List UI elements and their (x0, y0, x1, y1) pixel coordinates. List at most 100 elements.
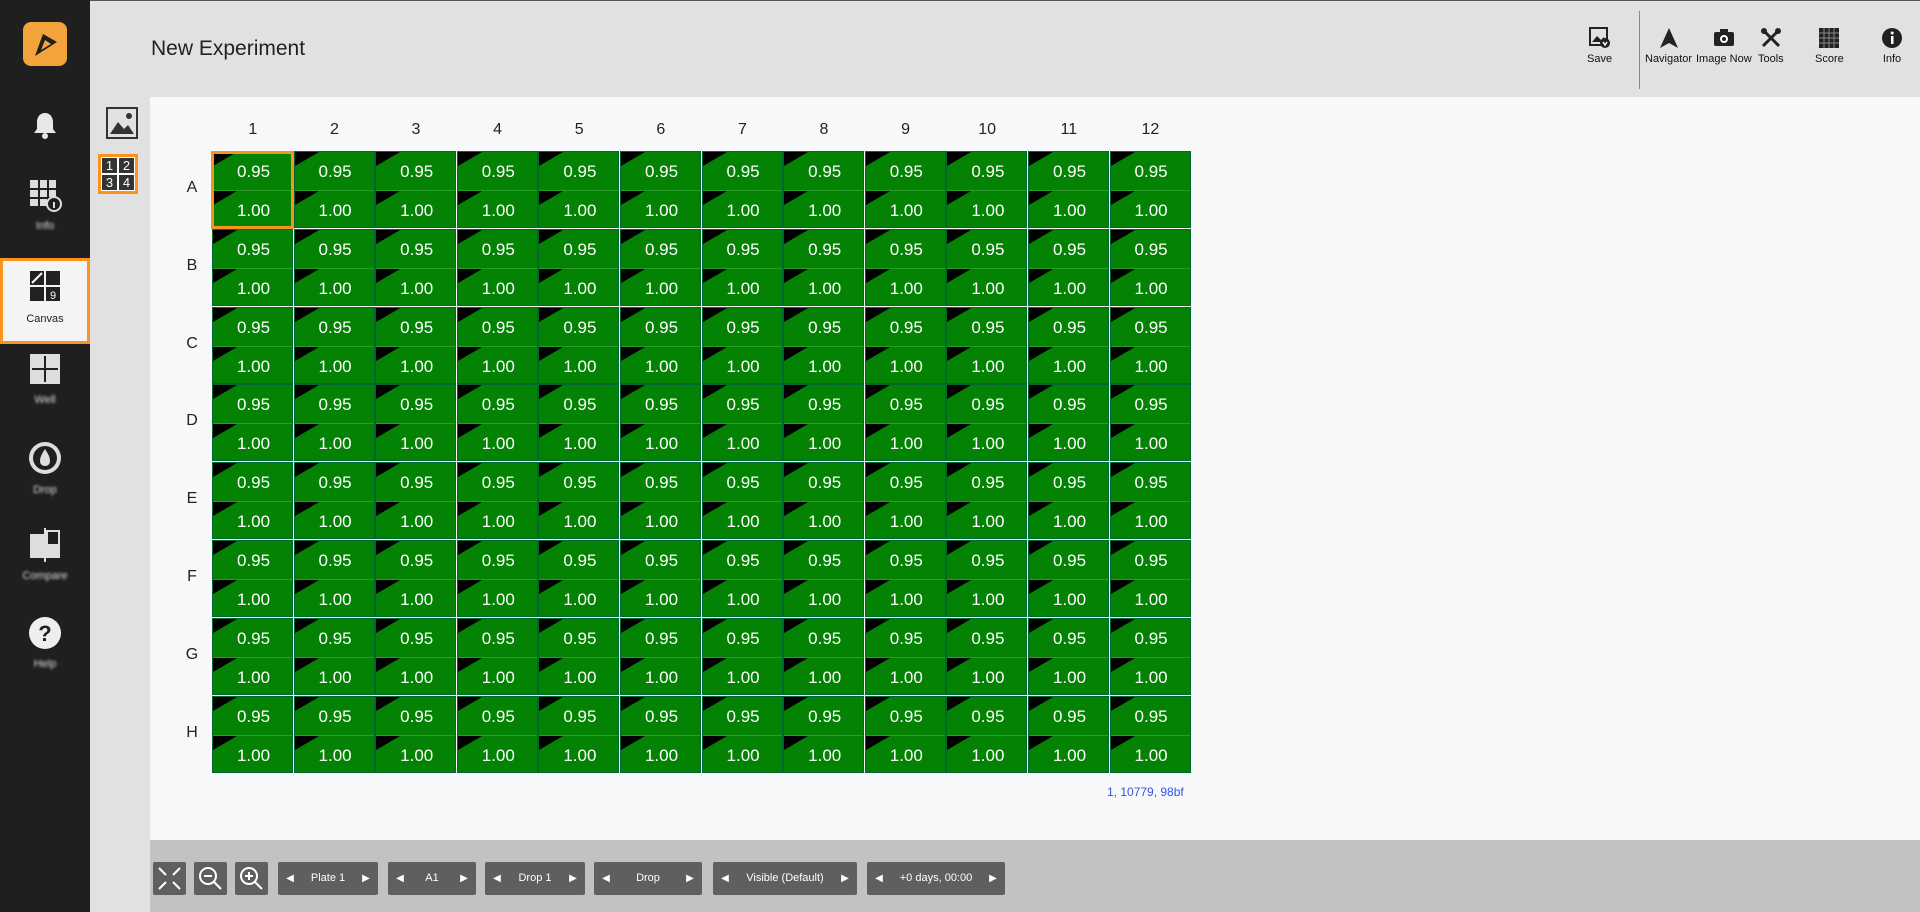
plate-well[interactable]: 0.95 1.00 (946, 306, 1028, 384)
plate-well[interactable]: 0.95 1.00 (456, 228, 538, 306)
plate-well[interactable]: 0.95 1.00 (456, 540, 538, 617)
plate-well[interactable]: 0.95 1.00 (1028, 540, 1109, 617)
plate-well[interactable]: 0.95 1.00 (1028, 617, 1109, 695)
plate-well[interactable]: 0.95 1.00 (1028, 228, 1109, 306)
plate-well[interactable]: 0.95 1.00 (212, 306, 293, 384)
plate-well[interactable]: 0.95 1.00 (375, 306, 457, 384)
well-prev-button[interactable]: ◀ (390, 862, 410, 895)
plate-well[interactable]: 0.95 1.00 (620, 462, 701, 540)
plate-well[interactable]: 0.95 1.00 (293, 151, 375, 228)
visibility-next-button[interactable]: ▶ (835, 862, 855, 895)
plate-well[interactable]: 0.95 1.00 (212, 462, 293, 540)
plate-well[interactable]: 0.95 1.00 (783, 462, 865, 540)
plate-well[interactable]: 0.95 1.00 (783, 228, 865, 306)
plate-well[interactable]: 0.95 1.00 (375, 462, 457, 540)
plate-well[interactable]: 0.95 1.00 (1109, 151, 1191, 228)
plate-well[interactable]: 0.95 1.00 (946, 228, 1028, 306)
plate-well[interactable]: 0.95 1.00 (783, 384, 865, 462)
sidebar-item-info[interactable]: Info (0, 178, 90, 264)
plate-well[interactable]: 0.95 1.00 (456, 384, 538, 462)
plate-well[interactable]: 0.95 1.00 (538, 540, 620, 617)
plate-prev-button[interactable]: ◀ (280, 862, 300, 895)
view-next-button[interactable]: ▶ (680, 862, 700, 895)
plate-next-button[interactable]: ▶ (356, 862, 376, 895)
plate-well[interactable]: 0.95 1.00 (1109, 540, 1191, 617)
sidebar-item-notifications[interactable] (0, 110, 90, 160)
plate-well[interactable]: 0.95 1.00 (620, 540, 701, 617)
plate-well[interactable]: 0.95 1.00 (864, 540, 946, 617)
plate-well[interactable]: 0.95 1.00 (538, 462, 620, 540)
plate-well[interactable]: 0.95 1.00 (456, 462, 538, 540)
plate-well[interactable]: 0.95 1.00 (212, 617, 293, 695)
plate-well[interactable]: 0.95 1.00 (620, 151, 701, 228)
plate-well[interactable]: 0.95 1.00 (538, 695, 620, 773)
plate-well[interactable]: 0.95 1.00 (701, 540, 783, 617)
plate-well[interactable]: 0.95 1.00 (1109, 384, 1191, 462)
time-prev-button[interactable]: ◀ (869, 862, 889, 895)
plate-well[interactable]: 0.95 1.00 (864, 384, 946, 462)
plate-well[interactable]: 0.95 1.00 (783, 151, 865, 228)
plate-well[interactable]: 0.95 1.00 (620, 695, 701, 773)
plate-well[interactable]: 0.95 1.00 (864, 306, 946, 384)
save-button[interactable]: Save (1587, 27, 1612, 65)
plate-well[interactable]: 0.95 1.00 (783, 695, 865, 773)
navigator-button[interactable]: Navigator (1645, 27, 1692, 65)
sidebar-item-compare[interactable]: Compare (0, 528, 90, 614)
plate-well[interactable]: 0.95 1.00 (864, 695, 946, 773)
plate-well[interactable]: 0.95 1.00 (375, 695, 457, 773)
plate-well[interactable]: 0.95 1.00 (701, 384, 783, 462)
plate-well[interactable]: 0.95 1.00 (538, 384, 620, 462)
drop-next-button[interactable]: ▶ (563, 862, 583, 895)
plate-well[interactable]: 0.95 1.00 (375, 151, 457, 228)
plate-well[interactable]: 0.95 1.00 (783, 540, 865, 617)
plate-well[interactable]: 0.95 1.00 (946, 384, 1028, 462)
time-next-button[interactable]: ▶ (983, 862, 1003, 895)
plate-well[interactable]: 0.95 1.00 (864, 617, 946, 695)
plate-well[interactable]: 0.95 1.00 (864, 228, 946, 306)
plate-well[interactable]: 0.95 1.00 (946, 695, 1028, 773)
plate-well[interactable]: 0.95 1.00 (701, 617, 783, 695)
fit-view-button[interactable] (153, 862, 186, 895)
plate-well[interactable]: 0.95 1.00 (293, 617, 375, 695)
plate-well[interactable]: 0.95 1.00 (293, 384, 375, 462)
plate-well[interactable]: 0.95 1.00 (1109, 228, 1191, 306)
plate-well[interactable]: 0.95 1.00 (1028, 462, 1109, 540)
plate-well[interactable]: 0.95 1.00 (538, 151, 620, 228)
plate-well[interactable]: 0.95 1.00 (538, 228, 620, 306)
plate-well[interactable]: 0.95 1.00 (212, 540, 293, 617)
info-button[interactable]: Info (1881, 27, 1903, 65)
plate-well[interactable]: 0.95 1.00 (620, 617, 701, 695)
plate-well[interactable]: 0.95 1.00 (1028, 695, 1109, 773)
plate-well[interactable]: 0.95 1.00 (701, 695, 783, 773)
plate-well[interactable]: 0.95 1.00 (1109, 306, 1191, 384)
image-now-button[interactable]: Image Now (1696, 27, 1752, 65)
plate-well[interactable]: 0.95 1.00 (620, 384, 701, 462)
zoom-in-button[interactable] (235, 862, 268, 895)
plate-well[interactable]: 0.95 1.00 (375, 384, 457, 462)
sidebar-item-well[interactable]: Well (0, 352, 90, 438)
plate-well[interactable]: 0.95 1.00 (701, 228, 783, 306)
plate-well[interactable]: 0.95 1.00 (620, 228, 701, 306)
plate-well[interactable]: 0.95 1.00 (293, 306, 375, 384)
tools-button[interactable]: Tools (1758, 27, 1784, 65)
plate-well[interactable]: 0.95 1.00 (1028, 384, 1109, 462)
plate-well[interactable]: 0.95 1.00 (212, 384, 293, 462)
plate-well[interactable]: 0.95 1.00 (783, 617, 865, 695)
plate-well[interactable]: 0.95 1.00 (701, 151, 783, 228)
view-prev-button[interactable]: ◀ (596, 862, 616, 895)
plate-well[interactable]: 0.95 1.00 (538, 306, 620, 384)
sidebar-item-canvas[interactable]: 9 Canvas (0, 258, 90, 344)
plate-well[interactable]: 0.95 1.00 (1109, 617, 1191, 695)
plate-well[interactable]: 0.95 1.00 (212, 228, 293, 306)
plate-well[interactable]: 0.95 1.00 (293, 540, 375, 617)
plate-well[interactable]: 0.95 1.00 (1109, 695, 1191, 773)
plate-well[interactable]: 0.95 1.00 (864, 151, 946, 228)
plate-well[interactable]: 0.95 1.00 (946, 540, 1028, 617)
plate-well[interactable]: 0.95 1.00 (212, 151, 293, 228)
plate-well[interactable]: 0.95 1.00 (1028, 151, 1109, 228)
plate-well[interactable]: 0.95 1.00 (456, 617, 538, 695)
app-logo[interactable] (23, 22, 67, 66)
plate-well[interactable]: 0.95 1.00 (1028, 306, 1109, 384)
plate-well[interactable]: 0.95 1.00 (701, 306, 783, 384)
plate-well[interactable]: 0.95 1.00 (946, 617, 1028, 695)
